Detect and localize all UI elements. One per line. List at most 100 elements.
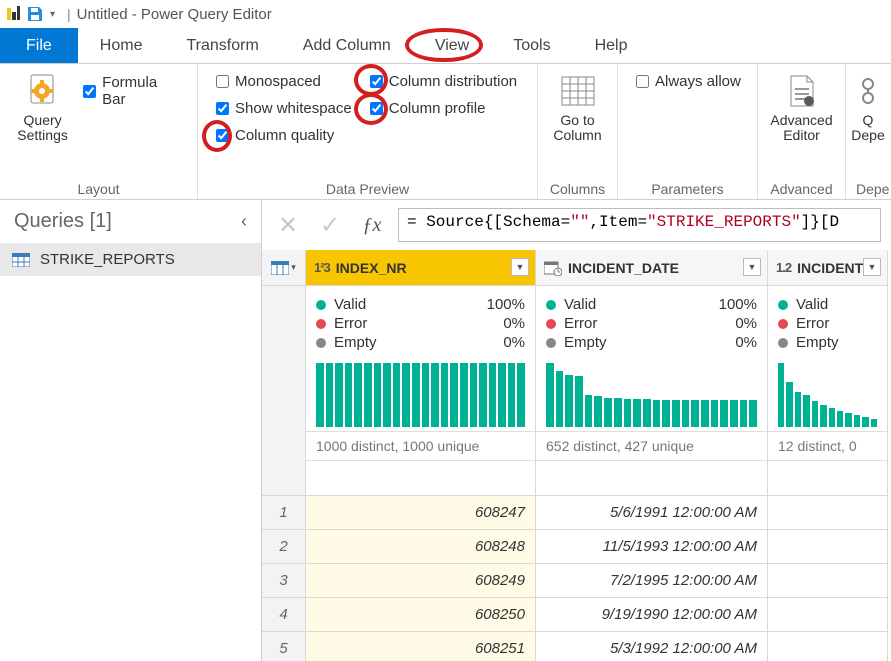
query-settings-button[interactable]: Query Settings: [10, 68, 75, 147]
tab-view[interactable]: View: [413, 28, 491, 63]
tab-file[interactable]: File: [0, 28, 78, 63]
cell-incident[interactable]: [768, 496, 888, 530]
distribution-footer: 1000 distinct, 1000 unique: [306, 431, 535, 461]
advanced-editor-label: Advanced Editor: [770, 113, 832, 144]
tab-tools[interactable]: Tools: [491, 28, 572, 63]
stat-empty-label: Empty: [796, 334, 839, 351]
number-type-icon: 1²3: [314, 260, 330, 275]
check-column-quality[interactable]: Column quality: [212, 126, 352, 145]
ribbon-group-preview-label: Data Preview: [208, 181, 527, 197]
save-icon[interactable]: [26, 5, 44, 23]
stat-valid-label: Valid: [564, 296, 596, 313]
distribution-chart: [768, 355, 887, 427]
distribution-chart: [306, 355, 535, 427]
row-number[interactable]: 1: [262, 496, 306, 530]
grid-corner[interactable]: ▾: [262, 250, 306, 286]
table-icon: [12, 253, 30, 267]
check-column-quality-input[interactable]: [216, 129, 229, 142]
check-whitespace-label: Show whitespace: [235, 100, 352, 117]
cell-index[interactable]: 608251: [306, 632, 536, 661]
stat-valid-value: 100%: [487, 296, 525, 313]
column-header[interactable]: INCIDENT_DATE ▼: [536, 250, 768, 286]
data-grid: ▾1²3INDEX_NR▼INCIDENT_DATE▼1.2INCIDENT▼V…: [262, 250, 891, 661]
check-column-distribution-label: Column distribution: [389, 73, 517, 90]
window-title: Untitled - Power Query Editor: [77, 6, 272, 23]
stat-empty-value: 0%: [503, 334, 525, 351]
formula-item: "STRIKE_REPORTS": [647, 213, 801, 231]
column-quality-panel: ValidErrorEmpty12 distinct, 0: [768, 286, 888, 496]
cell-date[interactable]: 5/3/1992 12:00:00 AM: [536, 632, 768, 661]
formula-cancel-icon[interactable]: ✕: [272, 209, 304, 241]
ribbon-group-columns: Go to Column Columns: [538, 64, 618, 199]
formula-text-1: = Source{[Schema=: [407, 213, 570, 231]
ribbon-group-parameters-label: Parameters: [628, 181, 747, 197]
tab-help[interactable]: Help: [573, 28, 650, 63]
document-icon: [782, 71, 822, 111]
check-formula-bar-input[interactable]: [83, 85, 96, 98]
check-monospaced-input[interactable]: [216, 75, 229, 88]
column-filter-icon[interactable]: ▼: [863, 258, 881, 276]
qat-dropdown-icon[interactable]: ▾: [50, 9, 55, 20]
cell-index[interactable]: 608249: [306, 564, 536, 598]
ribbon-group-layout-label: Layout: [10, 181, 187, 197]
check-column-profile-input[interactable]: [370, 102, 383, 115]
dot-error-icon: [778, 319, 788, 329]
check-formula-bar-label: Formula Bar: [102, 74, 183, 108]
queries-title: Queries [1]: [14, 210, 112, 233]
formula-accept-icon[interactable]: ✓: [314, 209, 346, 241]
check-always-allow[interactable]: Always allow: [632, 72, 741, 91]
cell-incident[interactable]: [768, 598, 888, 632]
check-whitespace-input[interactable]: [216, 102, 229, 115]
fx-icon[interactable]: ƒx: [356, 209, 388, 241]
row-number[interactable]: 4: [262, 598, 306, 632]
advanced-editor-button[interactable]: Advanced Editor: [765, 68, 837, 147]
cell-incident[interactable]: [768, 530, 888, 564]
check-column-profile[interactable]: Column profile: [366, 99, 517, 118]
collapse-icon[interactable]: ‹: [241, 211, 247, 232]
queries-pane: Queries [1] ‹ STRIKE_REPORTS: [0, 200, 262, 661]
tab-add-column[interactable]: Add Column: [281, 28, 413, 63]
check-column-quality-label: Column quality: [235, 127, 334, 144]
cell-incident[interactable]: [768, 564, 888, 598]
column-filter-icon[interactable]: ▼: [743, 258, 761, 276]
row-number[interactable]: 2: [262, 530, 306, 564]
app-icon: [4, 5, 22, 23]
cell-index[interactable]: 608248: [306, 530, 536, 564]
dot-valid-icon: [546, 300, 556, 310]
check-monospaced[interactable]: Monospaced: [212, 72, 352, 91]
column-name: INDEX_NR: [336, 260, 407, 276]
distribution-chart: [536, 355, 767, 427]
row-number[interactable]: 3: [262, 564, 306, 598]
check-column-distribution-input[interactable]: [370, 75, 383, 88]
cell-date[interactable]: 7/2/1995 12:00:00 AM: [536, 564, 768, 598]
title-bar: ▾ | Untitled - Power Query Editor: [0, 0, 891, 28]
check-always-allow-input[interactable]: [636, 75, 649, 88]
stat-empty-label: Empty: [564, 334, 607, 351]
check-column-distribution[interactable]: Column distribution: [366, 72, 517, 91]
column-filter-icon[interactable]: ▼: [511, 258, 529, 276]
stat-error-value: 0%: [503, 315, 525, 332]
formula-input[interactable]: = Source{[Schema="",Item="STRIKE_REPORTS…: [398, 208, 881, 242]
column-header[interactable]: 1.2INCIDENT▼: [768, 250, 888, 286]
cell-index[interactable]: 608247: [306, 496, 536, 530]
stat-valid-label: Valid: [334, 296, 366, 313]
check-column-profile-label: Column profile: [389, 100, 486, 117]
cell-date[interactable]: 9/19/1990 12:00:00 AM: [536, 598, 768, 632]
tab-home[interactable]: Home: [78, 28, 165, 63]
column-name: INCIDENT_DATE: [568, 260, 679, 276]
dependencies-button[interactable]: QDepe: [848, 68, 888, 147]
tab-transform[interactable]: Transform: [164, 28, 280, 63]
gear-doc-icon: [23, 71, 63, 111]
cell-date[interactable]: 5/6/1991 12:00:00 AM: [536, 496, 768, 530]
check-formula-bar[interactable]: Formula Bar: [79, 74, 183, 108]
row-number[interactable]: 5: [262, 632, 306, 661]
cell-incident[interactable]: [768, 632, 888, 661]
column-header[interactable]: 1²3 INDEX_NR ▼: [306, 250, 536, 286]
cell-index[interactable]: 608250: [306, 598, 536, 632]
quality-gutter: [262, 286, 306, 496]
cell-date[interactable]: 11/5/1993 12:00:00 AM: [536, 530, 768, 564]
query-item[interactable]: STRIKE_REPORTS: [0, 243, 261, 276]
goto-column-button[interactable]: Go to Column: [548, 68, 607, 147]
ribbon-group-columns-label: Columns: [548, 181, 607, 197]
check-whitespace[interactable]: Show whitespace: [212, 99, 352, 118]
